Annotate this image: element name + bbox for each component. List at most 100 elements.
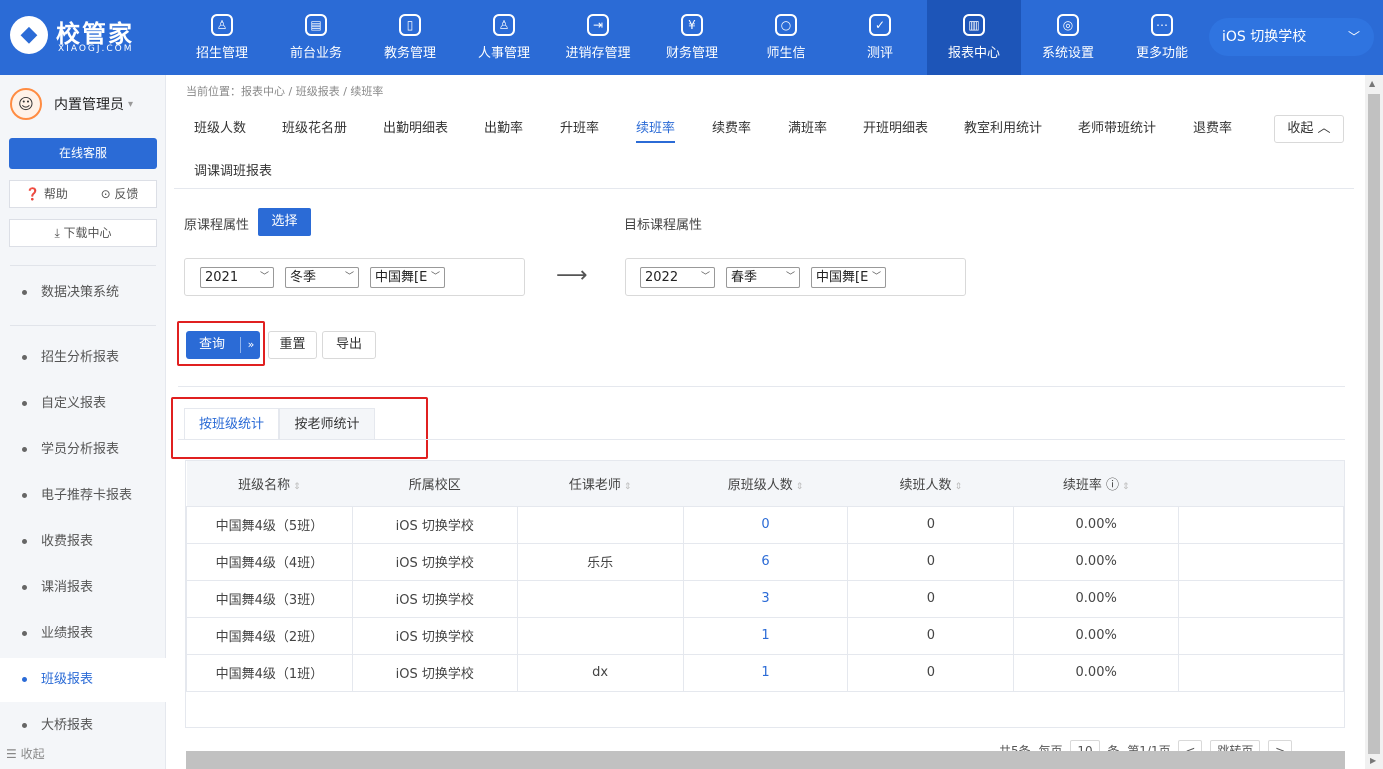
- tab-class-roster[interactable]: 班级花名册: [282, 117, 347, 143]
- header-label: 原班级人数: [727, 477, 793, 493]
- scroll-right-icon[interactable]: ▶: [1370, 756, 1376, 765]
- sidebar-item-label: 数据决策系统: [41, 285, 120, 300]
- orig-year-select[interactable]: 2021 ﹀: [200, 267, 274, 288]
- nav-item-academic[interactable]: ▯ 教务管理: [363, 0, 457, 75]
- breadcrumb: 当前位置：报表中心 / 班级报表 / 续班率: [186, 85, 384, 98]
- cell-campus: iOS 切换学校: [351, 579, 518, 618]
- online-service-button[interactable]: 在线客服: [9, 138, 157, 169]
- cell-class-name: 中国舞4级（2班）: [186, 616, 353, 655]
- header-label: 班级名称: [238, 477, 291, 493]
- scroll-up-icon[interactable]: ▲: [1369, 79, 1375, 88]
- sidebar-item-ecard-report[interactable]: 电子推荐卡报表: [0, 474, 166, 518]
- target-year-select[interactable]: 2022 ﹀: [640, 267, 715, 288]
- nav-item-settings[interactable]: ◎ 系统设置: [1021, 0, 1115, 75]
- sort-icon[interactable]: ⇕: [624, 482, 632, 492]
- target-course-select[interactable]: 中国舞[E ﹀: [811, 267, 886, 288]
- orig-course-select[interactable]: 中国舞[E ﹀: [370, 267, 445, 288]
- chevron-down-icon: ﹀: [1347, 30, 1360, 44]
- sidebar-item-fee-report[interactable]: 收费报表: [0, 520, 166, 564]
- cell-renew-count: 0: [847, 579, 1015, 618]
- nav-item-evaluation[interactable]: ✓ 测评: [833, 0, 927, 75]
- header-label: 续班率 ⓘ: [1062, 477, 1119, 493]
- tab-attendance-detail[interactable]: 出勤明细表: [383, 117, 448, 143]
- vertical-scrollbar[interactable]: ▲ ▶: [1365, 75, 1383, 769]
- sidebar-collapse-button[interactable]: ☰ 收起: [6, 739, 156, 769]
- select-value: 中国舞[E: [816, 270, 869, 285]
- cell-orig-count-link[interactable]: 1: [682, 616, 849, 655]
- header-orig-count[interactable]: 原班级人数 ⇕: [683, 461, 848, 506]
- header-label: 续班人数: [899, 477, 952, 493]
- help-button[interactable]: ❓ 帮助: [10, 181, 83, 207]
- scrollbar-thumb[interactable]: [1368, 94, 1380, 754]
- nav-item-messages[interactable]: ○ 师生信: [739, 0, 833, 75]
- sidebar-item-custom-report[interactable]: 自定义报表: [0, 382, 166, 426]
- sort-icon[interactable]: ⇕: [1122, 482, 1130, 492]
- nav-item-enrollment[interactable]: ♙ 招生管理: [175, 0, 269, 75]
- bullet-icon: [22, 355, 27, 360]
- sidebar-item-label: 班级报表: [41, 672, 94, 687]
- logo[interactable]: ◆ 校管家 XIAOGJ.COM: [10, 12, 160, 62]
- nav-item-reports[interactable]: ▥ 报表中心: [927, 0, 1021, 75]
- orig-season-select[interactable]: 冬季 ﹀: [285, 267, 359, 288]
- sidebar-item-decision[interactable]: 数据决策系统: [0, 271, 166, 315]
- scrollbar-thumb[interactable]: [186, 751, 1345, 769]
- nav-item-more[interactable]: ⋯ 更多功能: [1115, 0, 1209, 75]
- tab-renewal-class-rate[interactable]: 续班率: [636, 117, 676, 143]
- reset-button[interactable]: 重置: [268, 331, 317, 359]
- sidebar-item-consume-report[interactable]: 课消报表: [0, 566, 166, 610]
- nav-item-hr[interactable]: ♙ 人事管理: [457, 0, 551, 75]
- tab-promotion-rate[interactable]: 升班率: [560, 117, 599, 143]
- header-teacher[interactable]: 任课老师 ⇕: [517, 461, 684, 506]
- target-season-select[interactable]: 春季 ﹀: [726, 267, 800, 288]
- header-renew-rate[interactable]: 续班率 ⓘ ⇕: [1013, 461, 1179, 506]
- tab-refund-rate[interactable]: 退费率: [1193, 117, 1232, 143]
- tab-open-class-detail[interactable]: 开班明细表: [863, 117, 928, 143]
- tab-class-count[interactable]: 班级人数: [194, 117, 246, 143]
- sidebar-item-class-report[interactable]: 班级报表: [0, 658, 166, 702]
- person-icon: ♙: [493, 14, 515, 36]
- orig-course-label: 原课程属性: [184, 218, 250, 233]
- cell-orig-count-link[interactable]: 6: [682, 542, 849, 581]
- collapse-tabs-button[interactable]: 收起 ︿: [1274, 115, 1344, 143]
- user-menu[interactable]: ☺ 内置管理员 ▾: [10, 88, 133, 120]
- sidebar-item-student-report[interactable]: 学员分析报表: [0, 428, 166, 472]
- cell-orig-count-link[interactable]: 1: [682, 653, 849, 692]
- download-center-button[interactable]: ⤓ 下载中心: [9, 219, 157, 247]
- header-label: 所属校区: [408, 477, 461, 493]
- tab-teacher-classes[interactable]: 老师带班统计: [1078, 117, 1156, 143]
- feedback-button[interactable]: ⊙ 反馈: [83, 181, 156, 207]
- nav-label: 前台业务: [289, 46, 342, 61]
- cell-orig-count-link[interactable]: 0: [682, 505, 849, 544]
- sidebar-item-performance-report[interactable]: 业绩报表: [0, 612, 166, 656]
- bullet-icon: [22, 585, 27, 590]
- tab-class-transfer[interactable]: 调课调班报表: [194, 160, 272, 186]
- bullet-icon: [22, 677, 27, 682]
- choose-button[interactable]: 选择: [258, 208, 311, 236]
- school-switcher[interactable]: iOS 切换学校 ﹀: [1209, 18, 1374, 56]
- nav-item-finance[interactable]: ¥ 财务管理: [645, 0, 739, 75]
- nav-item-inventory[interactable]: ⇥ 进销存管理: [551, 0, 645, 75]
- divider: [10, 265, 156, 266]
- nav-label: 更多功能: [1135, 46, 1188, 61]
- orig-course-selector: 2021 ﹀ 冬季 ﹀ 中国舞[E ﹀: [184, 258, 525, 296]
- sidebar-item-enroll-report[interactable]: 招生分析报表: [0, 336, 166, 380]
- cell-orig-count-link[interactable]: 3: [682, 579, 849, 618]
- tab-renewal-fee-rate[interactable]: 续费率: [712, 117, 751, 143]
- export-button[interactable]: 导出: [322, 331, 376, 359]
- sort-icon[interactable]: ⇕: [796, 482, 804, 492]
- header-renew-count[interactable]: 续班人数 ⇕: [847, 461, 1014, 506]
- tab-full-class-rate[interactable]: 满班率: [788, 117, 827, 143]
- tab-attendance-rate[interactable]: 出勤率: [484, 117, 523, 143]
- cell-renew-count: 0: [847, 653, 1015, 692]
- chevron-down-icon: ﹀: [700, 272, 710, 282]
- cell-class-name: 中国舞4级（3班）: [186, 579, 353, 618]
- sort-icon[interactable]: ⇕: [293, 482, 301, 492]
- header-empty: [1178, 461, 1344, 506]
- sort-icon[interactable]: ⇕: [955, 482, 963, 492]
- logo-icon: ◆: [10, 16, 48, 54]
- nav-item-frontdesk[interactable]: ▤ 前台业务: [269, 0, 363, 75]
- bullet-icon: [22, 493, 27, 498]
- header-class-name[interactable]: 班级名称 ⇕: [186, 461, 353, 506]
- horizontal-scrollbar[interactable]: [186, 751, 1349, 769]
- tab-classroom-usage[interactable]: 教室利用统计: [964, 117, 1042, 143]
